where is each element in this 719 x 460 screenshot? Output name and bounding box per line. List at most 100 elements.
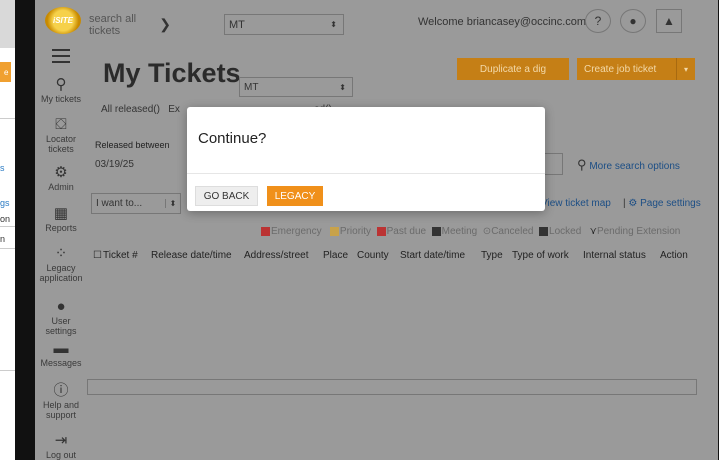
locked-icon (539, 227, 549, 236)
state-select-value: MT (229, 18, 245, 31)
sidebar: ⚲ My tickets ⛋ Locator tickets ⚙ Admin ▦… (35, 40, 87, 460)
legend-label: Emergency (271, 226, 322, 237)
sidebar-item-admin[interactable]: ⚙ Admin (35, 164, 87, 192)
sidebar-item-my-tickets[interactable]: ⚲ My tickets (35, 76, 87, 104)
select-all-checkbox[interactable]: ☐ (93, 250, 102, 261)
background-text: gs (0, 198, 10, 208)
locator-icon: ⛋ (55, 116, 67, 133)
status-legend: Emergency Priority Past due Meeting ⊙ Can… (261, 226, 680, 237)
state-filter-select[interactable]: MT ⬍ (239, 77, 353, 97)
sidebar-item-label: Reports (45, 223, 77, 233)
sidebar-item-help-and-support[interactable]: ⓘ Help and support (35, 382, 87, 420)
isite-logo[interactable]: iSITE (45, 7, 81, 34)
button-label: Duplicate a dig (479, 63, 547, 75)
column-header[interactable]: Start date/time (400, 250, 465, 261)
search-scope-select[interactable]: search all tickets ❯ (85, 12, 171, 37)
select-arrows-icon: ⬍ (165, 199, 180, 208)
sidebar-item-messages[interactable]: ▬ Messages (35, 340, 87, 368)
pending-extension-icon: ⋎ (589, 226, 597, 237)
column-header[interactable]: County (357, 250, 389, 261)
legend-label: Pending Extension (596, 226, 681, 237)
sidebar-item-reports[interactable]: ▦ Reports (35, 205, 87, 233)
select-arrows-icon: ⬍ (339, 82, 346, 92)
background-window-header (0, 0, 15, 48)
dialog-divider (187, 173, 545, 174)
user-icon[interactable]: ▲ (656, 9, 682, 33)
background-window-button: e (0, 62, 11, 82)
go-back-button[interactable]: GO BACK (195, 186, 258, 206)
column-header[interactable]: Release date/time (151, 250, 232, 261)
sidebar-item-log-out[interactable]: ⇥ Log out (35, 432, 87, 460)
column-header[interactable]: Action (660, 250, 688, 261)
view-ticket-map-link[interactable]: View ticket map (541, 198, 611, 209)
meeting-icon (431, 227, 441, 236)
duplicate-dig-button[interactable]: Duplicate a dig (457, 58, 569, 80)
sidebar-item-locator-tickets[interactable]: ⛋ Locator tickets (35, 116, 87, 154)
state-filter-value: MT (244, 81, 259, 93)
released-between-label: Released between (95, 140, 170, 150)
background-text: s (0, 163, 5, 173)
sidebar-item-label: Help and support (42, 400, 80, 420)
sidebar-item-label: My tickets (40, 94, 81, 104)
person-icon: ● (56, 298, 66, 315)
help-icon[interactable]: ? (585, 9, 611, 33)
search-icon: ⚲ (577, 157, 587, 172)
sidebar-item-label: Log out (45, 450, 77, 460)
column-header[interactable]: Type (481, 250, 503, 261)
create-job-ticket-button[interactable]: Create job ticket ▾ (577, 58, 695, 80)
hamburger-menu-icon[interactable] (52, 49, 70, 67)
legend-label: Priority (339, 226, 372, 237)
state-select[interactable]: MT ⬍ (224, 14, 344, 35)
more-search-options-link[interactable]: ⚲ More search options (577, 157, 680, 173)
tickets-table-header: ☐ Ticket # Release date/time Address/str… (87, 248, 718, 264)
chevron-down-icon: ❯ (159, 16, 171, 32)
sidebar-item-user-settings[interactable]: ● User settings (35, 298, 87, 336)
column-header[interactable]: Ticket # (103, 250, 138, 261)
top-bar: iSITE search all tickets ❯ MT ⬍ Welcome … (35, 0, 718, 40)
column-header[interactable]: Type of work (512, 250, 569, 261)
page-title: My Tickets (103, 58, 241, 88)
gear-icon: ⚙ (628, 198, 638, 209)
divider (0, 370, 15, 371)
canceled-icon: ⊙ (482, 226, 492, 237)
sidebar-item-label: Messages (40, 358, 82, 368)
i-want-to-select[interactable]: I want to... ⬍ (91, 193, 181, 214)
sidebar-item-label: User settings (45, 316, 77, 336)
emergency-icon (261, 227, 270, 236)
column-header[interactable]: Place (323, 250, 348, 261)
sidebar-item-label: Legacy application (39, 263, 83, 283)
legend-label: Locked (549, 226, 582, 237)
released-from-input[interactable]: 03/19/25 (91, 153, 187, 175)
message-icon: ▬ (53, 340, 69, 357)
sidebar-item-label: Admin (48, 182, 74, 192)
tab-partial[interactable]: Ex (168, 104, 180, 115)
page-settings-link[interactable]: | ⚙ Page settings (623, 198, 701, 209)
legacy-button[interactable]: LEGACY (267, 186, 323, 206)
legend-label: Canceled (491, 226, 534, 237)
tab-all-released[interactable]: All released() (101, 104, 160, 115)
search-scope-value: search all tickets (89, 12, 137, 37)
sidebar-item-legacy-application[interactable]: ⁘ Legacy application (35, 245, 87, 283)
horizontal-scrollbar[interactable] (87, 379, 697, 395)
legacy-icon: ⁘ (54, 245, 68, 262)
divider (0, 248, 15, 249)
dropdown-caret-icon[interactable]: ▾ (676, 58, 695, 80)
help-icon: ⓘ (53, 382, 69, 399)
ticket-filter-tabs: All released() Ex ed() (101, 104, 332, 115)
column-header[interactable]: Address/street (244, 250, 308, 261)
app-window: iSITE search all tickets ❯ MT ⬍ Welcome … (35, 0, 718, 460)
sidebar-item-label: Locator tickets (45, 134, 77, 154)
divider (0, 118, 15, 119)
main-content: My Tickets MT ⬍ All released() Ex ed() D… (87, 40, 718, 460)
logout-icon: ⇥ (54, 432, 68, 449)
dialog-title: Continue? (198, 130, 267, 147)
background-text: on (0, 214, 11, 224)
background-text: n (0, 234, 6, 244)
background-window-fragment: e s gs on n (0, 0, 15, 460)
divider (0, 226, 15, 227)
continue-dialog: Continue? GO BACK LEGACY (187, 107, 545, 211)
column-header[interactable]: Internal status (583, 250, 646, 261)
legend-label: Meeting (441, 226, 478, 237)
select-arrows-icon: ⬍ (330, 20, 337, 29)
chat-icon[interactable]: ● (620, 9, 646, 33)
